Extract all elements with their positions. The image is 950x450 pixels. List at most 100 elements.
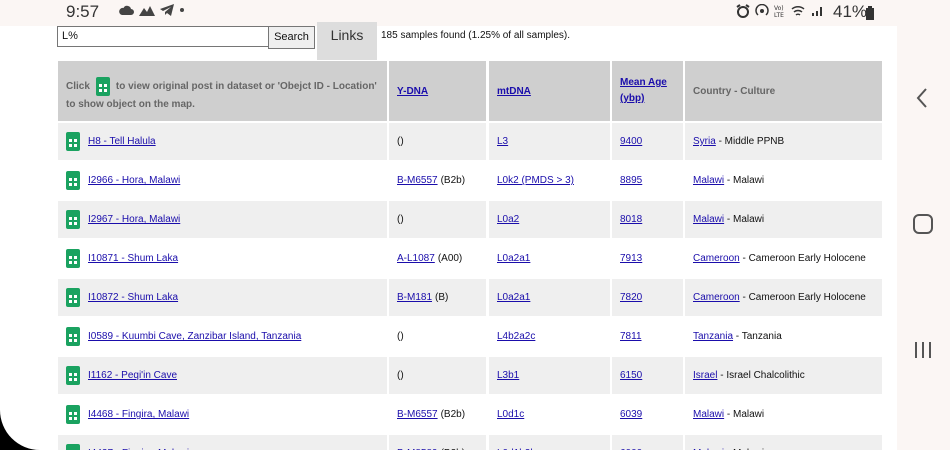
table-row: I2966 - Hora, Malawi B-M6557 (B2b) L0k2 (P… bbox=[57, 162, 883, 199]
back-icon[interactable] bbox=[916, 88, 928, 108]
status-time: 9:57 bbox=[66, 2, 100, 21]
mean-age-link[interactable]: 8895 bbox=[620, 175, 642, 186]
mtdna-link[interactable]: L0a2a1 bbox=[497, 292, 530, 303]
mtdna-link[interactable]: L3 bbox=[497, 136, 508, 147]
ydna-value: () bbox=[397, 136, 404, 147]
mean-age-link[interactable]: 7913 bbox=[620, 253, 642, 264]
mtdna-link[interactable]: L0a2a1 bbox=[497, 253, 530, 264]
table-row: I10872 - Shum Laka B-M181 (B) L0a2a1 7820 Ca… bbox=[57, 279, 883, 316]
telegram-icon bbox=[160, 4, 174, 16]
mtdna-link[interactable]: L0k2 (PMDS > 3) bbox=[497, 175, 574, 186]
mean-age-link[interactable]: 7820 bbox=[620, 292, 642, 303]
mtdna-link[interactable]: L3b1 bbox=[497, 370, 519, 381]
header-ydna[interactable]: Y-DNA bbox=[397, 86, 428, 97]
country-link[interactable]: Malawi bbox=[693, 214, 724, 225]
svg-text:LTE: LTE bbox=[774, 12, 784, 18]
search-input[interactable]: L% bbox=[57, 26, 272, 47]
spreadsheet-icon[interactable] bbox=[66, 288, 80, 307]
mean-age-link[interactable]: 7811 bbox=[620, 331, 642, 342]
culture-label: - Middle PPNB bbox=[715, 136, 785, 147]
hotspot-icon bbox=[755, 4, 769, 16]
spreadsheet-icon[interactable] bbox=[66, 366, 80, 385]
culture-label: - Cameroon Early Holocene bbox=[739, 253, 866, 264]
country-link[interactable]: Syria bbox=[693, 136, 716, 147]
spreadsheet-icon[interactable] bbox=[66, 444, 80, 450]
spreadsheet-icon[interactable] bbox=[66, 405, 80, 424]
ydna-link[interactable]: B-M181 bbox=[397, 292, 432, 303]
sample-link[interactable]: I0589 - Kuumbi Cave, Zanzibar Island, Ta… bbox=[88, 331, 301, 342]
table-row: I4427 - Fingira, MalawiB-M8589 (B2b)L0d1… bbox=[57, 435, 883, 450]
sample-link[interactable]: I10871 - Shum Laka bbox=[88, 253, 178, 264]
ydna-value: () bbox=[397, 331, 404, 342]
ydna-link[interactable]: A-L1087 bbox=[397, 253, 435, 264]
samples-summary: 185 samples found (1.25% of all samples)… bbox=[381, 30, 570, 41]
spreadsheet-icon[interactable] bbox=[66, 210, 80, 229]
cloud-icon bbox=[119, 5, 134, 15]
sample-link[interactable]: I4468 - Fingira, Malawi bbox=[88, 409, 189, 420]
culture-label: - Malawi bbox=[724, 175, 765, 186]
links-tab[interactable]: Links bbox=[317, 22, 377, 60]
culture-label: - Tanzania bbox=[733, 331, 782, 342]
header-info: Click to view original post in dataset or… bbox=[58, 61, 387, 121]
country-link[interactable]: Israel bbox=[693, 370, 717, 381]
ydna-clade: (B) bbox=[435, 292, 449, 303]
ydna-link[interactable]: B-M6557 bbox=[397, 175, 438, 186]
ydna-clade: (B2b) bbox=[440, 409, 466, 420]
country-link[interactable]: Cameroon bbox=[693, 253, 740, 264]
table-header: Click to view original post in dataset or… bbox=[57, 61, 883, 121]
volte-icon: Vo)LTE bbox=[774, 5, 784, 18]
table-row: I2967 - Hora, Malawi () L0a2 8018 Malawi - M… bbox=[57, 201, 883, 238]
alarm-icon bbox=[736, 4, 750, 18]
culture-label: - Malawi bbox=[724, 214, 765, 225]
ydna-value: () bbox=[397, 214, 404, 225]
mean-age-link[interactable]: 6150 bbox=[620, 370, 642, 381]
spreadsheet-icon[interactable] bbox=[66, 171, 80, 190]
browser-screen: 9:57 Vo) LTE 41% L% Search Links 185 samp… bbox=[0, 0, 897, 450]
table-row: I1162 - Peqi'in Cave () L3b1 6150 Israel - I… bbox=[57, 357, 883, 394]
ydna-link[interactable]: B-M6557 bbox=[397, 409, 438, 420]
table-row: I0589 - Kuumbi Cave, Zanzibar Island, Ta… bbox=[57, 318, 883, 355]
ydna-value: () bbox=[397, 370, 404, 381]
header-mtdna[interactable]: mtDNA bbox=[497, 86, 531, 97]
recent-apps-icon[interactable] bbox=[915, 342, 931, 358]
dot-icon bbox=[180, 8, 184, 12]
sample-link[interactable]: H8 - Tell Halula bbox=[88, 136, 156, 147]
mtdna-link[interactable]: L0d1c bbox=[497, 409, 524, 420]
signal-icon bbox=[812, 7, 822, 16]
country-link[interactable]: Malawi bbox=[693, 409, 724, 420]
spreadsheet-icon[interactable] bbox=[66, 132, 80, 151]
header-country: Country - Culture bbox=[685, 61, 882, 121]
table-row: H8 - Tell Halula () L3 9400 Syria - Middle P… bbox=[57, 123, 883, 160]
svg-text:Vo): Vo) bbox=[774, 5, 784, 12]
mtdna-link[interactable]: L4b2a2c bbox=[497, 331, 535, 342]
header-mean-age[interactable]: Mean Age (ybp) bbox=[620, 75, 667, 107]
status-bar: 9:57 Vo) LTE 41% bbox=[0, 0, 897, 26]
navigation-bar bbox=[897, 0, 950, 450]
home-icon[interactable] bbox=[913, 214, 933, 234]
culture-label: - Malawi bbox=[724, 409, 765, 420]
spreadsheet-icon[interactable] bbox=[66, 249, 80, 268]
culture-label: - Cameroon Early Holocene bbox=[739, 292, 866, 303]
ydna-clade: (A00) bbox=[437, 253, 463, 264]
ydna-clade: (B2b) bbox=[440, 175, 466, 186]
wifi-icon bbox=[791, 5, 805, 16]
mean-age-link[interactable]: 8018 bbox=[620, 214, 642, 225]
battery-percentage: 41% bbox=[833, 2, 868, 21]
samples-table: Click to view original post in dataset or… bbox=[57, 61, 883, 450]
sample-link[interactable]: I1162 - Peqi'in Cave bbox=[88, 370, 177, 381]
country-link[interactable]: Malawi bbox=[693, 175, 724, 186]
country-link[interactable]: Cameroon bbox=[693, 292, 740, 303]
mean-age-link[interactable]: 6039 bbox=[620, 409, 642, 420]
spreadsheet-icon[interactable] bbox=[66, 327, 80, 346]
sample-link[interactable]: I10872 - Shum Laka bbox=[88, 292, 178, 303]
mountain-icon bbox=[139, 6, 155, 16]
table-row: I4468 - Fingira, Malawi B-M6557 (B2b) L0d1… bbox=[57, 396, 883, 433]
search-button[interactable]: Search bbox=[268, 26, 315, 49]
sample-link[interactable]: I2966 - Hora, Malawi bbox=[88, 175, 180, 186]
sample-link[interactable]: I2967 - Hora, Malawi bbox=[88, 214, 180, 225]
mtdna-link[interactable]: L0a2 bbox=[497, 214, 519, 225]
country-link[interactable]: Tanzania bbox=[693, 331, 733, 342]
culture-label: - Israel Chalcolithic bbox=[717, 370, 805, 381]
battery-icon bbox=[866, 6, 874, 20]
mean-age-link[interactable]: 9400 bbox=[620, 136, 642, 147]
